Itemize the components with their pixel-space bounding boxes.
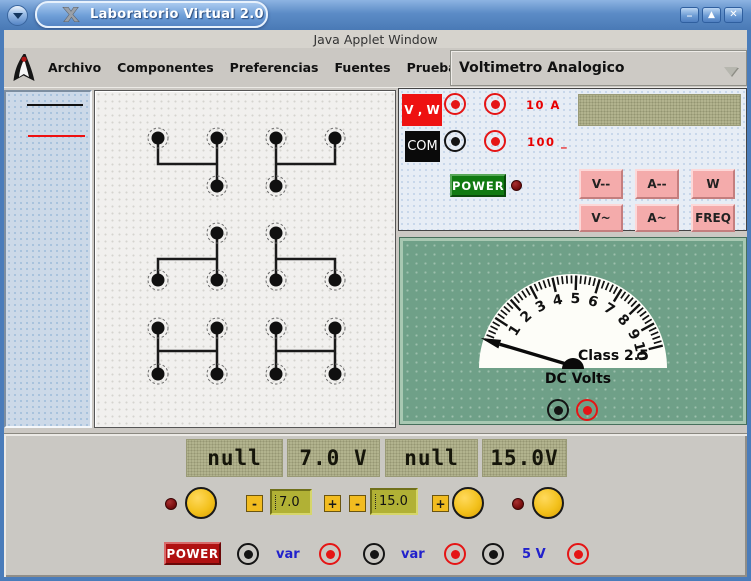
output-label-var-1: var	[276, 547, 300, 562]
chevron-down-icon	[13, 13, 23, 19]
jack-dot	[450, 549, 460, 559]
voltmeter-jack-positive[interactable]	[576, 399, 598, 421]
increment-button-1[interactable]: +	[324, 495, 341, 512]
range-label-100: 100 _	[527, 135, 569, 149]
ps-jack-pos-2[interactable]	[444, 543, 466, 565]
decrement-button-2[interactable]: -	[349, 495, 366, 512]
multimeter-panel: V , W 10 A COM 100 _ POWER V-- A-- W V~ …	[398, 88, 747, 232]
ps-power-button[interactable]: POWER	[164, 542, 221, 565]
multimeter-power-led	[511, 180, 522, 191]
increment-button-2[interactable]: +	[432, 495, 449, 512]
window-controls: _ ▲ ✕	[680, 7, 743, 23]
ps-led-1	[165, 498, 177, 510]
jack-dot	[325, 549, 335, 559]
window-menu-button[interactable]	[7, 5, 28, 26]
ps-jack-pos-1[interactable]	[319, 543, 341, 565]
wire-tool-black[interactable]	[27, 104, 83, 106]
text-caret	[275, 494, 277, 510]
gauge-class-label: Class 2.5	[578, 348, 649, 364]
display-channel1-mode: null	[186, 439, 283, 477]
maximize-icon: ▲	[708, 9, 715, 20]
gauge-svg: 123 4 5 6 78910	[479, 274, 667, 369]
mode-button-freq[interactable]: FREQ	[691, 204, 735, 232]
mode-button-watt[interactable]: W	[691, 169, 735, 199]
close-icon: ✕	[729, 9, 738, 20]
jack-dot	[490, 136, 500, 146]
multimeter-jack-vw-1[interactable]	[444, 93, 466, 115]
titlebar: Laboratorio Virtual 2.0 _ ▲ ✕	[0, 0, 751, 30]
range-label-10a: 10 A	[526, 98, 561, 112]
java-duke-icon	[13, 53, 35, 81]
mode-button-vac[interactable]: V~	[579, 204, 623, 232]
menu-item-preferencias[interactable]: Preferencias	[230, 60, 319, 75]
multimeter-jack-com-2[interactable]	[484, 130, 506, 152]
vw-terminal-label: V , W	[402, 94, 442, 126]
voltage-input-2[interactable]: 15.0	[370, 488, 418, 515]
minimize-button[interactable]: _	[680, 7, 699, 23]
multimeter-display	[578, 94, 741, 126]
display-channel2-mode: null	[385, 439, 478, 477]
mode-button-adc[interactable]: A--	[635, 169, 679, 199]
component-palette	[4, 90, 92, 428]
jack-dot	[553, 405, 563, 415]
gauge-unit-label: DC Volts	[544, 371, 612, 387]
circuit-board-svg[interactable]	[95, 91, 395, 427]
display-channel1-value: 7.0 V	[287, 439, 380, 477]
voltage-input-1-value: 7.0	[279, 494, 300, 510]
ps-jack-pos-3[interactable]	[567, 543, 589, 565]
menu-item-componentes[interactable]: Componentes	[117, 60, 214, 75]
main-area: V , W 10 A COM 100 _ POWER V-- A-- W V~ …	[4, 88, 747, 433]
jack-dot	[488, 549, 498, 559]
svg-text:5: 5	[570, 291, 580, 307]
mode-button-aac[interactable]: A~	[635, 204, 679, 232]
jack-dot	[450, 99, 460, 109]
window-content: Java Applet Window Archivo Componentes P…	[4, 30, 747, 577]
wire-tool-red[interactable]	[28, 135, 85, 137]
display-channel2-value: 15.0V	[482, 439, 567, 477]
power-supply-panel: null 7.0 V null 15.0V - 7.0 + - 15.0 + P…	[4, 433, 747, 577]
output-label-var-2: var	[401, 547, 425, 562]
instrument-selector[interactable]: Voltimetro Analogico	[450, 50, 747, 86]
mode-button-vdc[interactable]: V--	[579, 169, 623, 199]
dropdown-arrow-icon	[724, 67, 738, 76]
app-window: Laboratorio Virtual 2.0 _ ▲ ✕ Java Apple…	[0, 0, 751, 581]
jack-dot	[573, 549, 583, 559]
jack-dot	[243, 549, 253, 559]
x11-logo-icon	[62, 6, 80, 23]
output-label-5v: 5 V	[522, 547, 546, 562]
ps-jack-neg-1[interactable]	[237, 543, 259, 565]
ps-led-2	[512, 498, 524, 510]
voltmeter-jack-negative[interactable]	[547, 399, 569, 421]
decrement-button-1[interactable]: -	[246, 495, 263, 512]
minimize-icon: _	[687, 6, 692, 17]
maximize-button[interactable]: ▲	[702, 7, 721, 23]
text-caret	[375, 494, 377, 509]
ps-jack-neg-2[interactable]	[363, 543, 385, 565]
com-terminal-label: COM	[405, 131, 440, 162]
applet-banner: Java Applet Window	[4, 30, 747, 48]
voltage-knob-3[interactable]	[532, 487, 564, 519]
close-button[interactable]: ✕	[724, 7, 743, 23]
voltage-input-2-value: 15.0	[379, 494, 408, 509]
applet-banner-text: Java Applet Window	[313, 31, 438, 47]
jack-dot	[369, 549, 379, 559]
window-title: Laboratorio Virtual 2.0	[90, 7, 264, 22]
ps-jack-neg-3[interactable]	[482, 543, 504, 565]
multimeter-jack-vw-2[interactable]	[484, 93, 506, 115]
title-tab[interactable]: Laboratorio Virtual 2.0	[35, 1, 268, 28]
voltage-input-1[interactable]: 7.0	[270, 489, 312, 515]
jack-dot	[582, 405, 592, 415]
jack-dot	[450, 136, 460, 146]
jack-dot	[490, 99, 500, 109]
voltage-knob-1[interactable]	[185, 487, 217, 519]
menu-item-fuentes[interactable]: Fuentes	[335, 60, 391, 75]
voltmeter-panel: 1 2 3 4 5 6 7 8 9 10 Class 2.5 DC Volts	[400, 238, 746, 424]
menu-item-archivo[interactable]: Archivo	[48, 60, 101, 75]
instrument-selector-value: Voltimetro Analogico	[459, 60, 625, 76]
voltage-knob-2[interactable]	[452, 487, 484, 519]
breadboard[interactable]	[94, 90, 396, 428]
menubar: Archivo Componentes Preferencias Fuentes…	[4, 48, 747, 88]
multimeter-jack-com-1[interactable]	[444, 130, 466, 152]
multimeter-power-button[interactable]: POWER	[450, 174, 506, 197]
